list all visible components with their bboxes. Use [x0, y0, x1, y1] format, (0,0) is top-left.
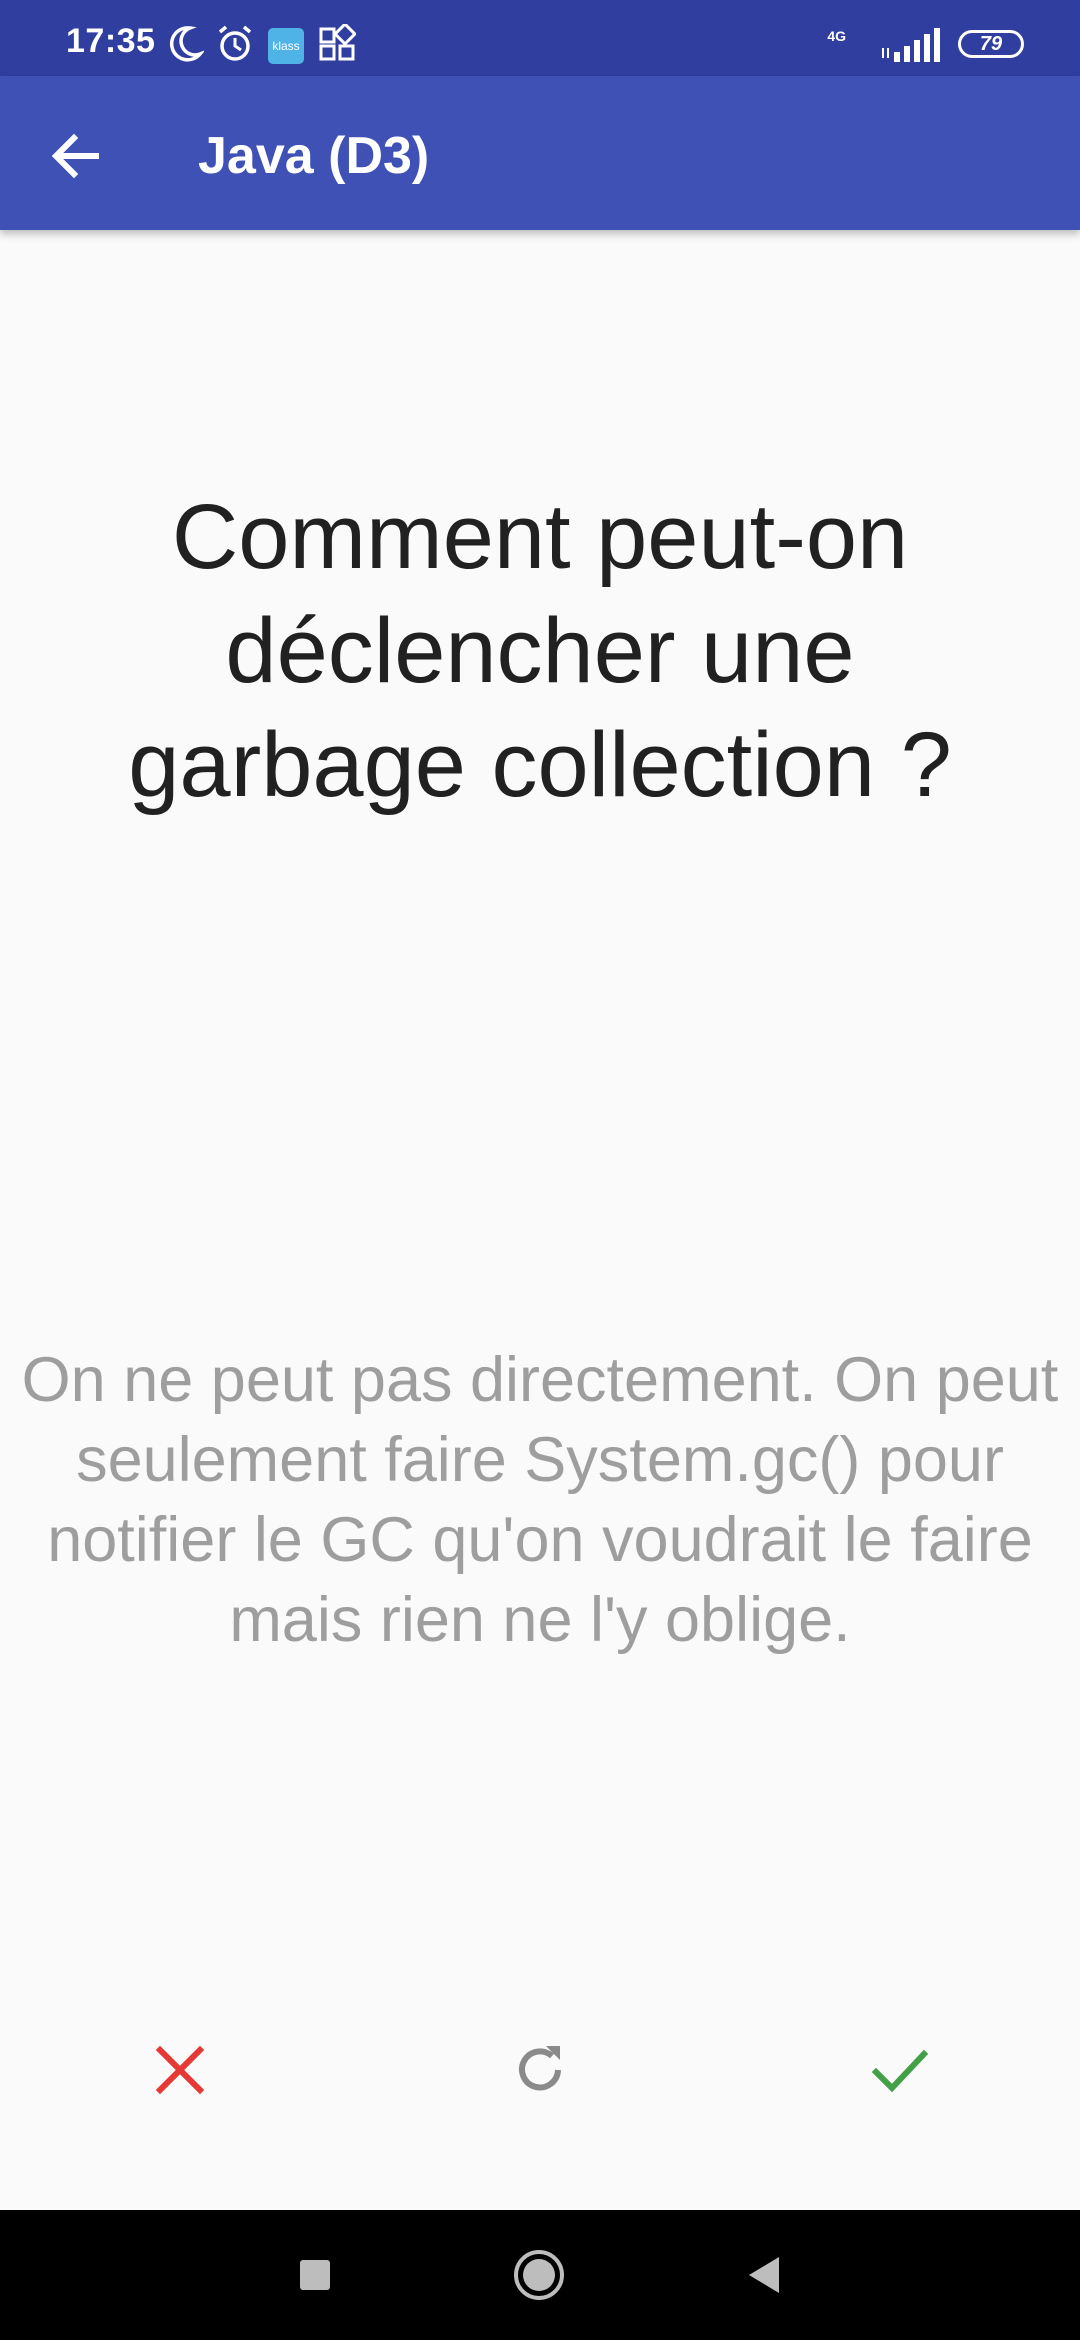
card-question: Comment peut-on déclencher une garbage c… [128, 486, 952, 816]
home-circle-icon [514, 2250, 564, 2300]
card-answer: On ne peut pas directement. On peut seul… [21, 1345, 1059, 1655]
recents-button[interactable] [285, 2245, 345, 2305]
system-back-button[interactable] [735, 2245, 795, 2305]
status-bar: 17:35 klass 4G 79 [0, 0, 1080, 76]
check-icon [871, 2049, 929, 2093]
recents-square-icon [300, 2260, 330, 2290]
klass-app-icon: klass [268, 28, 304, 64]
app-bar: Java (D3) [0, 76, 1080, 230]
battery-indicator: 79 [958, 30, 1024, 58]
do-not-disturb-moon-icon [169, 26, 204, 62]
signal-strength-icon [882, 28, 940, 62]
screen: 17:35 klass 4G 79 Java (D3) Comment peut… [0, 0, 1080, 2340]
deck-title: Java (D3) [198, 127, 430, 185]
back-triangle-icon [749, 2257, 779, 2293]
home-button[interactable] [509, 2245, 569, 2305]
arrow-back-icon [51, 133, 99, 179]
grid-apps-icon [319, 24, 356, 61]
network-type: 4G [827, 28, 846, 44]
correct-answer-button[interactable] [860, 2030, 940, 2110]
wrong-answer-button[interactable] [140, 2030, 220, 2110]
close-icon [155, 2045, 205, 2095]
alarm-clock-icon [218, 25, 252, 61]
status-time: 17:35 [66, 22, 156, 60]
back-button[interactable] [44, 124, 108, 188]
status-system-icons: 4G 79 [784, 22, 1024, 62]
system-navigation-bar [0, 2210, 1080, 2340]
repeat-card-button[interactable] [500, 2030, 580, 2110]
refresh-icon [519, 2046, 561, 2091]
